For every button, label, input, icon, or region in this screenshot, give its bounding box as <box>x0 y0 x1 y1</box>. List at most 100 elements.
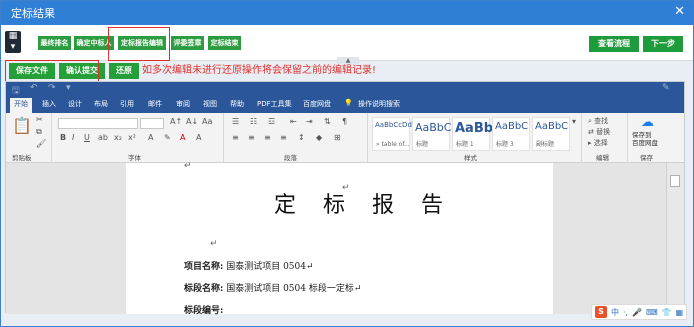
punctuation-icon[interactable]: ·, <box>623 308 628 317</box>
style-heading-3[interactable]: AaBbC 标题 3 <box>492 117 530 151</box>
save-to-baidu-button[interactable]: 保存到 百度网盘 <box>632 131 658 147</box>
borders-icon[interactable]: ⊞ <box>334 133 341 142</box>
grow-font-icon[interactable]: A↑ <box>170 117 182 126</box>
cut-icon[interactable]: ✂ <box>36 115 43 124</box>
copy-icon[interactable]: ⧉ <box>36 127 42 137</box>
font-color-icon[interactable]: A <box>180 133 185 142</box>
group-save: ☁ 保存到 百度网盘 保存 <box>628 113 670 163</box>
document-title: 定 标 报 告 <box>274 193 453 218</box>
menu-grid-icon[interactable]: ▦ ▾ <box>5 31 21 53</box>
find-button[interactable]: ⌕ 查找 <box>588 116 608 126</box>
pen-icon[interactable]: ✎ <box>662 83 670 93</box>
scrollbar-thumb[interactable] <box>670 175 680 187</box>
tab-baidu-netdisk[interactable]: 百度网盘 <box>303 99 331 109</box>
tab-review[interactable]: 审阅 <box>176 99 190 109</box>
tab-references[interactable]: 引用 <box>120 99 134 109</box>
style-heading-1[interactable]: AaBb 标题 1 <box>452 117 493 151</box>
tell-me-search[interactable]: 操作说明搜索 <box>358 99 400 109</box>
tab-layout[interactable]: 布局 <box>94 99 108 109</box>
style-name: 副标题 <box>536 141 555 148</box>
multilevel-list-icon[interactable]: ☲ <box>268 117 275 126</box>
skin-icon[interactable]: 👕 <box>662 308 672 317</box>
group-label-editing: 编辑 <box>596 154 609 162</box>
group-clipboard: 📋 ✂ ⧉ 🖌 剪贴板 <box>6 113 52 163</box>
step-finish[interactable]: 定标结束 <box>208 36 241 50</box>
group-label-font: 字体 <box>128 154 141 162</box>
paragraph-mark: ↵ <box>210 239 218 249</box>
tab-home[interactable]: 开始 <box>10 98 32 113</box>
format-painter-icon[interactable]: 🖌 <box>36 139 46 148</box>
highlight-color-icon[interactable]: ✎ <box>164 133 171 142</box>
customize-icon[interactable]: ▾ <box>66 83 71 93</box>
style-toc[interactable]: AaBbCcDd » table of... <box>372 117 412 151</box>
text-effect-icon[interactable]: A <box>148 133 153 142</box>
shrink-font-icon[interactable]: A↓ <box>186 117 198 126</box>
underline-icon[interactable]: U <box>84 133 90 142</box>
numbering-icon[interactable]: ☷ <box>250 117 257 126</box>
tab-insert[interactable]: 插入 <box>42 99 56 109</box>
paragraph-mark: ↵ <box>184 161 192 171</box>
select-label: 选择 <box>593 139 608 147</box>
sort-icon[interactable]: ⇅ <box>324 117 331 126</box>
toolbox-icon[interactable]: ▦ <box>676 308 684 317</box>
document-page[interactable]: ↵ ↵ 定 标 报 告 ↵ 项目名称: 国泰测试项目 0504↵ 标段名称: 国… <box>126 161 553 316</box>
shading-icon[interactable]: ◆ <box>316 133 322 142</box>
tab-design[interactable]: 设计 <box>68 99 82 109</box>
line-spacing-icon[interactable]: ↕ <box>298 133 305 142</box>
bold-icon[interactable]: B <box>60 133 66 142</box>
field-label: 项目名称: <box>184 262 224 272</box>
subscript-icon[interactable]: x₂ <box>114 133 122 142</box>
align-right-icon[interactable]: ≡ <box>264 133 271 142</box>
step-final-ranking[interactable]: 最终排名 <box>38 36 71 50</box>
align-center-icon[interactable]: ≡ <box>248 133 255 142</box>
sogou-ime-icon[interactable]: S <box>595 306 607 318</box>
tab-help[interactable]: 帮助 <box>230 99 244 109</box>
group-font: A↑ A↓ Aa B I U ab x₂ x² A ✎ A A 字体 <box>52 113 224 163</box>
keyboard-icon[interactable]: ⌨ <box>646 308 658 317</box>
ime-mode-label[interactable]: 中 <box>611 307 619 318</box>
microphone-icon[interactable]: 🎤 <box>632 308 642 317</box>
increase-indent-icon[interactable]: ⇥ <box>306 117 313 126</box>
baidu-netdisk-icon[interactable]: ☁ <box>641 115 654 130</box>
redo-icon[interactable]: ↷ <box>48 83 56 93</box>
style-name: 标题 1 <box>456 141 474 148</box>
show-marks-icon[interactable]: ¶ <box>342 117 347 126</box>
font-name-input[interactable] <box>58 118 138 129</box>
strikethrough-icon[interactable]: ab <box>98 133 108 142</box>
tab-mailings[interactable]: 邮件 <box>148 99 162 109</box>
superscript-icon[interactable]: x² <box>128 133 136 142</box>
warning-text: 如多次编辑未进行还原操作将会保留之前的编辑记录! <box>142 65 377 76</box>
tab-pdf-tools[interactable]: PDF工具集 <box>257 99 292 109</box>
restore-button[interactable]: 还原 <box>109 63 139 79</box>
style-heading[interactable]: AaBbC 标题 <box>412 117 451 151</box>
justify-icon[interactable]: ≡ <box>280 133 287 142</box>
styles-more-icon[interactable]: ▾ <box>572 117 576 126</box>
paste-icon[interactable]: 📋 <box>12 116 32 135</box>
font-size-input[interactable] <box>140 118 164 129</box>
style-subtitle[interactable]: AaBbC 副标题 <box>532 117 570 151</box>
vertical-scrollbar[interactable] <box>666 163 684 314</box>
field-value: 国泰测试项目 0504 标段一定标↵ <box>226 284 362 294</box>
align-left-icon[interactable]: ≡ <box>232 133 239 142</box>
next-button[interactable]: 下一步 <box>643 36 683 52</box>
tab-view[interactable]: 视图 <box>203 99 217 109</box>
group-label-save: 保存 <box>640 154 653 162</box>
group-styles: AaBbCcDd » table of... AaBbC 标题 AaBb 标题 … <box>368 113 582 163</box>
step-judge-sign[interactable]: 评委签章 <box>171 36 204 50</box>
replace-button[interactable]: ⇄ 替换 <box>588 127 610 137</box>
select-button[interactable]: ▸ 选择 <box>588 138 608 148</box>
view-flow-button[interactable]: 查看流程 <box>589 36 639 52</box>
char-shading-icon[interactable]: A <box>196 133 201 142</box>
group-editing: ⌕ 查找 ⇄ 替换 ▸ 选择 编辑 <box>582 113 628 163</box>
lightbulb-icon: 💡 <box>344 99 353 107</box>
case-icon[interactable]: Aa <box>202 117 212 126</box>
close-icon[interactable]: ✕ <box>674 5 685 19</box>
dialog-window: 定标结果 ✕ ▦ ▾ 最终排名 确定中标人 定标报告编辑 评委签章 定标结束 查看… <box>0 0 694 327</box>
italic-icon[interactable]: I <box>72 133 74 142</box>
title-bar: 定标结果 ✕ <box>1 1 693 25</box>
decrease-indent-icon[interactable]: ⇤ <box>290 117 297 126</box>
field-label: 标段编号: <box>184 306 224 316</box>
bullets-icon[interactable]: ☰ <box>232 117 239 126</box>
ribbon: 📋 ✂ ⧉ 🖌 剪贴板 A↑ A↓ Aa B I U ab x₂ x² A ✎ <box>6 113 684 163</box>
undo-icon[interactable]: ↶ <box>30 83 38 93</box>
